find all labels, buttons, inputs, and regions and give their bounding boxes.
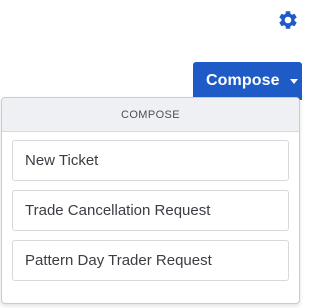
menu-item-label: New Ticket	[25, 152, 99, 169]
compose-button[interactable]: Compose	[193, 62, 302, 100]
compose-button-label: Compose	[206, 72, 280, 89]
menu-item-label: Trade Cancellation Request	[25, 202, 211, 219]
compose-menu-list: New Ticket Trade Cancellation Request Pa…	[2, 132, 299, 281]
menu-item-label: Pattern Day Trader Request	[25, 252, 212, 269]
settings-button[interactable]	[276, 8, 300, 32]
menu-item-new-ticket[interactable]: New Ticket	[12, 140, 289, 181]
menu-item-trade-cancellation-request[interactable]: Trade Cancellation Request	[12, 190, 289, 231]
compose-dropdown-menu: COMPOSE New Ticket Trade Cancellation Re…	[1, 97, 300, 304]
caret-down-icon	[289, 79, 298, 84]
menu-item-pattern-day-trader-request[interactable]: Pattern Day Trader Request	[12, 240, 289, 281]
page: Compose COMPOSE New Ticket Trade Cancell…	[0, 0, 302, 308]
gear-icon	[277, 9, 299, 31]
dropdown-header: COMPOSE	[2, 98, 299, 132]
